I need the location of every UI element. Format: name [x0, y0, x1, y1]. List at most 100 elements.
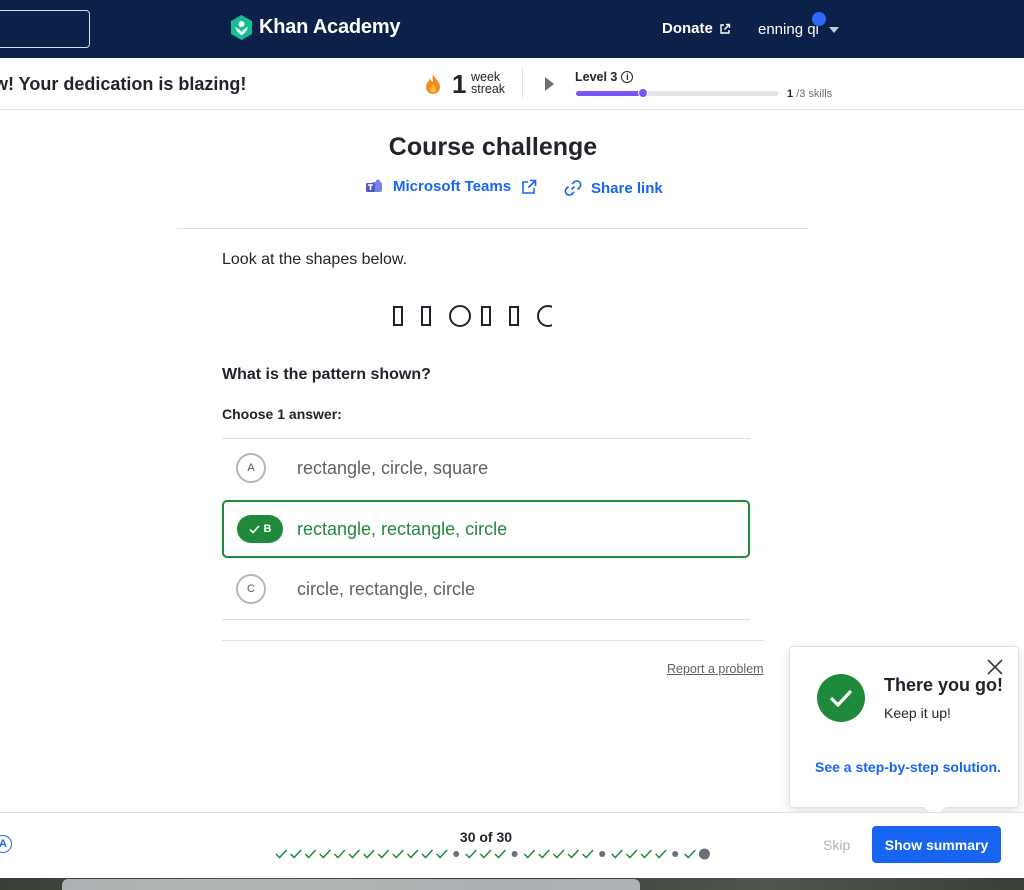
share-link-label: Share link — [591, 179, 663, 197]
rectangle-shape — [509, 306, 519, 326]
step-by-step-link[interactable]: See a step-by-step solution. — [815, 759, 1001, 775]
level-text: Level 3 — [575, 70, 618, 84]
progress-check-icon — [333, 849, 346, 859]
skills-total: /3 skills — [796, 88, 833, 100]
progress-check-icon — [640, 849, 653, 859]
user-name: enning qi — [758, 21, 819, 38]
feedback-subtitle: Keep it up! — [884, 705, 951, 721]
footer-bar — [0, 812, 1024, 878]
page-title: Course challenge — [388, 133, 598, 161]
level-progress-bar — [576, 88, 778, 98]
answer-divider — [222, 619, 750, 620]
progress-check-icon — [363, 849, 375, 859]
progress-check-icon — [465, 849, 477, 859]
feedback-title: There you go! — [884, 675, 1004, 695]
streak-bar: w! Your dedication is blazing! 1 week st… — [0, 58, 1024, 110]
progress-check-icon — [304, 849, 317, 859]
external-link-icon — [720, 23, 731, 34]
answer-choice-c[interactable]: C circle, rectangle, circle — [222, 560, 750, 618]
donate-link[interactable]: Donate — [662, 20, 731, 37]
question-prompt: Look at the shapes below. — [222, 251, 408, 268]
search-input[interactable] — [0, 10, 90, 48]
skills-count: 1 /3 skills — [787, 88, 832, 100]
progress-check-icon — [552, 849, 565, 859]
choice-text: rectangle, circle, square — [297, 457, 489, 478]
brand-logo-link[interactable]: Khan Academy — [229, 14, 401, 41]
notification-dot[interactable] — [812, 12, 826, 26]
close-icon[interactable] — [986, 658, 1004, 676]
info-icon[interactable]: i — [621, 71, 634, 83]
progress-check-icon — [406, 849, 419, 859]
user-menu[interactable]: enning qi — [758, 21, 839, 38]
choice-text: rectangle, rectangle, circle — [297, 518, 508, 539]
choice-letter: B — [263, 523, 272, 535]
progress-check-icon — [611, 849, 623, 859]
streak-count: 1 — [452, 69, 467, 99]
os-dock[interactable] — [62, 879, 640, 890]
show-summary-button[interactable]: Show summary — [872, 826, 1001, 863]
progress-dot — [672, 851, 679, 857]
progress-check-icon — [655, 849, 667, 859]
progress-check-icon — [684, 849, 696, 859]
progress-check-icon — [567, 849, 580, 859]
progress-check-icon — [290, 849, 302, 859]
top-nav-bar: Khan Academy Donate enning qi — [0, 0, 1024, 58]
streak-divider — [522, 68, 523, 98]
progress-check-icon — [625, 849, 638, 859]
choice-text: circle, rectangle, circle — [297, 578, 476, 599]
success-check-icon — [817, 674, 865, 722]
khan-academy-logo-icon — [231, 15, 252, 40]
shape-sequence — [393, 305, 552, 327]
progress-marks — [275, 848, 710, 860]
circle-shape — [449, 305, 471, 327]
brand-name: Khan Academy — [259, 16, 401, 38]
progress-check-icon — [421, 849, 434, 859]
share-link-button[interactable]: Share link — [563, 178, 663, 198]
progress-check-icon — [436, 849, 448, 859]
correct-choice-badge: B — [237, 515, 283, 543]
teams-label: Microsoft Teams — [393, 178, 512, 195]
microsoft-teams-icon — [366, 179, 382, 192]
progress-check-icon — [523, 849, 536, 859]
chevron-down-icon — [828, 26, 839, 33]
rectangle-shape — [481, 306, 491, 326]
report-problem-link[interactable]: Report a problem — [667, 662, 764, 676]
level-progress-knob — [637, 88, 648, 98]
progress-check-icon — [377, 849, 390, 859]
choice-letter: A — [236, 453, 266, 483]
progress-check-icon — [479, 849, 492, 859]
dedication-message: w! Your dedication is blazing! — [0, 74, 247, 94]
skills-done: 1 — [787, 88, 794, 100]
progress-dot — [453, 851, 460, 857]
answer-choice-a[interactable]: A rectangle, circle, square — [222, 439, 750, 497]
share-teams-button[interactable]: Microsoft Teams — [365, 178, 537, 195]
progress-current-dot — [698, 848, 710, 860]
title-divider — [177, 228, 808, 229]
progress-dot — [599, 851, 606, 857]
progress-check-icon — [275, 849, 288, 859]
skip-button[interactable]: Skip — [823, 837, 850, 853]
progress-check-icon — [348, 849, 361, 859]
progress-check-icon — [494, 849, 507, 859]
answer-choice-b[interactable]: B rectangle, rectangle, circle — [222, 500, 750, 558]
choose-label: Choose 1 answer: — [222, 406, 342, 422]
link-icon — [564, 180, 582, 196]
check-icon — [248, 524, 260, 534]
question-bottom-divider — [222, 640, 764, 641]
feedback-popup — [789, 646, 1019, 808]
flame-icon — [426, 74, 440, 94]
streak-unit-streak: streak — [471, 82, 506, 96]
external-link-icon — [522, 179, 537, 194]
streak-unit: week streak — [471, 71, 506, 96]
progress-check-icon — [392, 849, 404, 859]
progress-dot — [511, 851, 518, 857]
question-text: What is the pattern shown? — [222, 366, 431, 383]
level-label: Level 3 i — [575, 70, 634, 84]
progress-check-icon — [582, 849, 594, 859]
donate-label: Donate — [662, 20, 713, 37]
circle-shape — [537, 305, 552, 327]
choice-letter: C — [236, 574, 266, 604]
check-icon — [829, 689, 853, 707]
progress-check-icon — [538, 849, 550, 859]
play-arrow-icon[interactable] — [545, 77, 554, 91]
